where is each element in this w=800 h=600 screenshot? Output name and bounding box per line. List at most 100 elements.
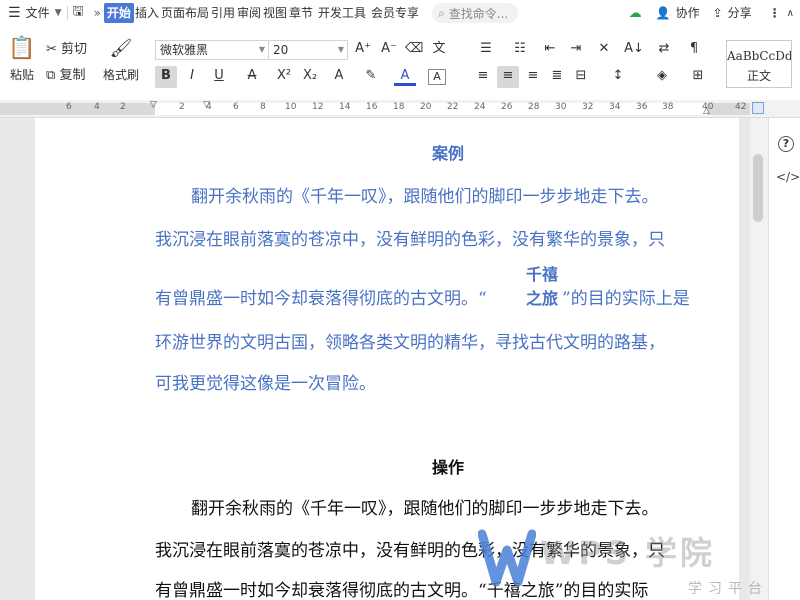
- format-painter-button[interactable]: 🖌 格式刷: [100, 38, 142, 83]
- align-left-icon[interactable]: ≡: [474, 66, 492, 88]
- line-spacing-icon[interactable]: ↕: [606, 66, 630, 88]
- tab-chapter[interactable]: 章节: [288, 0, 314, 26]
- ruler-number: 18: [393, 102, 405, 112]
- superscript-button[interactable]: X²: [274, 66, 294, 88]
- case-line-3-start: 有曾鼎盛一时如今却衰落得彻底的古文明。“: [155, 289, 487, 309]
- shrink-font-button[interactable]: A⁻: [380, 39, 398, 61]
- file-menu[interactable]: 文件: [25, 0, 51, 26]
- ruler-number: 16: [366, 102, 378, 112]
- ruler-number: 30: [555, 102, 567, 112]
- phonetic-guide-icon[interactable]: 文: [430, 39, 448, 61]
- ruler-number: 6: [233, 102, 239, 112]
- align-center-icon[interactable]: ≡: [497, 66, 519, 88]
- text-effect-icon[interactable]: A: [328, 66, 350, 88]
- font-size-select[interactable]: 20 ▼: [268, 40, 348, 60]
- format-painter-label: 格式刷: [102, 68, 139, 82]
- subscript-button[interactable]: X₂: [300, 66, 320, 88]
- code-icon[interactable]: </>: [776, 170, 800, 184]
- chevron-down-icon: ▼: [258, 45, 265, 54]
- ruler-number: 20: [420, 102, 432, 112]
- tab-view[interactable]: 视图: [262, 0, 288, 26]
- font-name-select[interactable]: 微软雅黑 ▼: [155, 40, 269, 60]
- wps-logo-icon: [478, 529, 536, 587]
- paste-icon: 📋: [8, 36, 36, 61]
- text-direction-icon[interactable]: A↓: [624, 39, 644, 61]
- more-icon[interactable]: »: [94, 6, 101, 20]
- tab-insert[interactable]: 插入: [134, 0, 160, 26]
- char-border-icon[interactable]: A: [428, 69, 446, 85]
- chevron-down-icon: ▼: [337, 45, 344, 54]
- bold-button[interactable]: B: [155, 66, 177, 88]
- collab-icon: 👤: [655, 6, 671, 20]
- paste-label: 粘贴: [9, 68, 34, 82]
- copy-label: 复制: [59, 68, 86, 83]
- underline-button[interactable]: U: [207, 66, 231, 88]
- tab-review[interactable]: 审阅: [236, 0, 262, 26]
- ruler-toggle-icon[interactable]: [752, 102, 764, 114]
- align-right-icon[interactable]: ≡: [524, 66, 542, 88]
- font-color-icon[interactable]: A: [394, 66, 416, 86]
- collapse-ribbon-icon[interactable]: ∧: [787, 8, 794, 19]
- strikethrough-button[interactable]: A: [240, 66, 264, 88]
- tab-membership[interactable]: 会员专享: [370, 0, 420, 26]
- case-line-4: 环游世界的文明古国，领略各类文明的精华，寻找古代文明的路基，: [155, 333, 665, 353]
- ruler-number: 4: [94, 102, 100, 112]
- numbering-icon[interactable]: ☷: [508, 39, 532, 61]
- ruler-number: 22: [447, 102, 459, 112]
- inline-annotation: 千禧 之旅: [522, 263, 562, 311]
- case-line-3-end: ”的目的实际上是: [562, 289, 690, 309]
- ruler-number: 26: [501, 102, 513, 112]
- chinese-layout-icon[interactable]: ✕: [592, 39, 616, 61]
- show-marks-icon[interactable]: ¶: [684, 39, 704, 61]
- scrollbar-thumb[interactable]: [753, 154, 763, 222]
- justify-icon[interactable]: ≣: [548, 66, 566, 88]
- tab-home[interactable]: 开始: [103, 3, 134, 23]
- indent-marker-icon[interactable]: ▽: [203, 100, 210, 110]
- ruler-number: 36: [636, 102, 648, 112]
- paste-button[interactable]: 📋 粘贴: [4, 38, 40, 83]
- grow-font-button[interactable]: A⁺: [354, 39, 372, 61]
- tab-references[interactable]: 引用: [210, 0, 236, 26]
- divider: [66, 6, 68, 20]
- font-size-value: 20: [273, 43, 289, 57]
- increase-indent-icon[interactable]: ⇥: [566, 39, 586, 61]
- bullets-icon[interactable]: ☰: [474, 39, 498, 61]
- kebab-menu-icon[interactable]: ⋮: [769, 6, 781, 20]
- horizontal-ruler[interactable]: 6 4 2 2 4 6 8 10 12 14 16 18 20 22 24 26…: [0, 100, 800, 118]
- collab-button[interactable]: 协作: [675, 0, 701, 26]
- hamburger-icon[interactable]: ☰: [8, 5, 21, 21]
- watermark-brand: WPS 学院: [540, 534, 715, 572]
- ruler-number: 2: [120, 102, 126, 112]
- style-normal[interactable]: AaBbCcDd 正文: [726, 40, 792, 88]
- search-icon: ⌕: [438, 5, 445, 20]
- sort-icon[interactable]: ⇄: [652, 39, 676, 61]
- share-button[interactable]: 分享: [727, 0, 753, 26]
- distribute-icon[interactable]: ⊟: [572, 66, 590, 88]
- copy-button[interactable]: ⧉ 复制: [46, 66, 96, 88]
- search-box[interactable]: ⌕ 查找命令...: [432, 3, 519, 23]
- borders-icon[interactable]: ⊞: [686, 66, 710, 88]
- brush-icon: 🖌: [109, 38, 133, 59]
- cut-button[interactable]: ✂ 剪切: [46, 40, 96, 62]
- ruler-left-margin: [0, 103, 155, 115]
- cloud-sync-icon[interactable]: ☁: [629, 6, 642, 21]
- shading-icon[interactable]: ◈: [650, 66, 674, 88]
- op-title: 操作: [432, 458, 465, 477]
- menu-right: ☁ 👤 协作 ⇪ 分享 ⋮ ∧: [629, 0, 800, 26]
- wps-watermark: WPS 学院 学习平台: [478, 524, 800, 600]
- decrease-indent-icon[interactable]: ⇤: [540, 39, 560, 61]
- indent-marker-icon[interactable]: ▽: [150, 100, 157, 110]
- highlight-icon[interactable]: ✎: [360, 66, 382, 88]
- ribbon-toolbar: 📋 粘贴 ✂ 剪切 ⧉ 复制 🖌 格式刷 微软雅黑 ▼ 20 ▼ A⁺ A⁻ ⌫…: [0, 26, 800, 100]
- tab-developer[interactable]: 开发工具: [317, 0, 367, 26]
- tab-page-layout[interactable]: 页面布局: [160, 0, 210, 26]
- scissors-icon: ✂: [46, 42, 57, 57]
- chevron-down-icon[interactable]: ▼: [55, 8, 62, 18]
- save-icon[interactable]: 🖫: [73, 2, 84, 24]
- style-name: 正文: [746, 69, 771, 83]
- help-icon[interactable]: ?: [778, 136, 794, 152]
- right-indent-marker-icon[interactable]: △: [703, 106, 710, 116]
- italic-button[interactable]: I: [183, 66, 201, 88]
- clear-format-icon[interactable]: ⌫: [405, 39, 423, 61]
- menu-bar: ☰ 文件 ▼ 🖫 » 开始 插入 页面布局 引用 审阅 视图 章节 开发工具 会…: [0, 0, 800, 26]
